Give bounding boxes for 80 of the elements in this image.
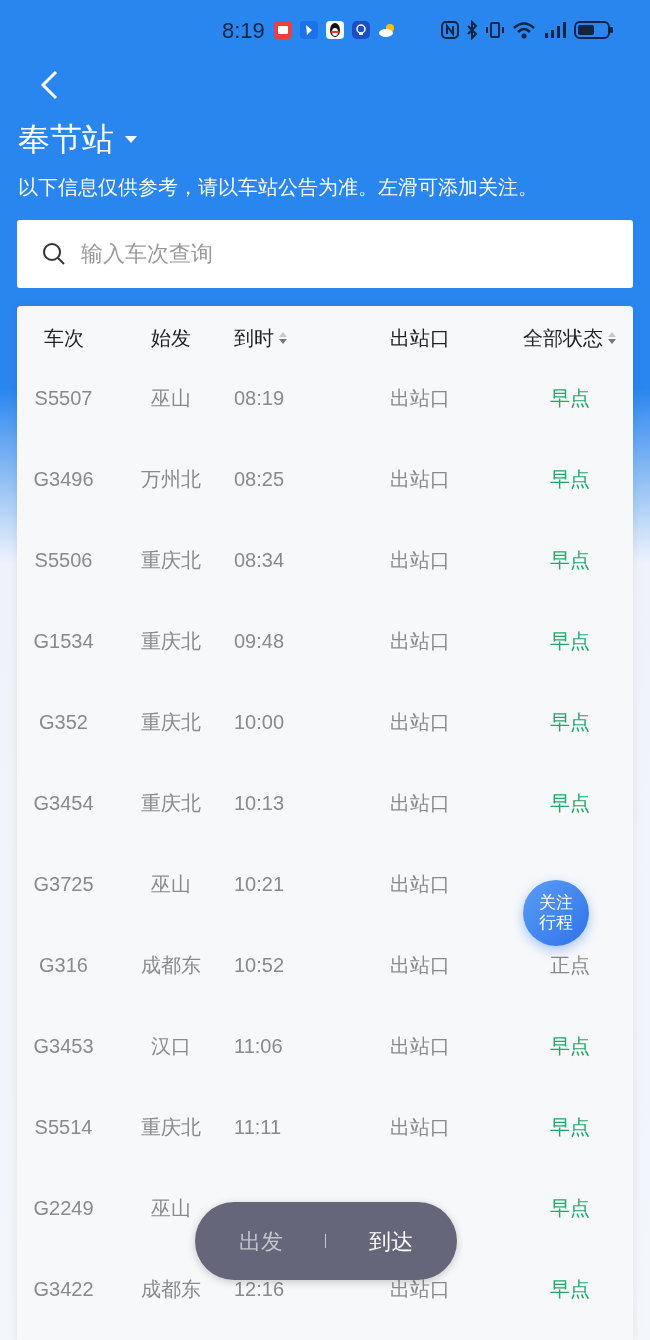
wifi-icon: [512, 20, 536, 40]
exit-gate: 出站口: [389, 1115, 450, 1138]
arrival-time: 08:34: [234, 548, 285, 571]
train-status: 早点: [550, 1196, 590, 1219]
train-status: 早点: [550, 629, 590, 652]
column-header[interactable]: 到时: [234, 322, 288, 353]
mode-tab[interactable]: 出发: [233, 1224, 290, 1258]
exit-gate: 出站口: [389, 548, 450, 571]
lightbulb-icon: [350, 20, 371, 40]
column-header[interactable]: 全部状态: [523, 322, 617, 353]
train-number: G3496: [33, 467, 94, 490]
origin-station: 成都东: [141, 1277, 201, 1300]
notice-text: 以下信息仅供参考，请以车站公告为准。左滑可添加关注。: [17, 175, 539, 200]
column-header: 车次: [43, 325, 84, 351]
exit-gate: 出站口: [389, 710, 450, 733]
train-number: G3725: [33, 872, 94, 895]
origin-station: 重庆北: [141, 548, 201, 571]
origin-station: 重庆北: [141, 710, 201, 733]
train-number: G352: [39, 710, 88, 733]
battery-icon: [574, 20, 614, 40]
origin-station: 成都东: [141, 953, 201, 976]
train-status: 早点: [550, 467, 590, 490]
caret-icon[interactable]: [124, 134, 138, 144]
train-status: 早点: [550, 1115, 590, 1138]
arrival-time: 11:11: [234, 1115, 282, 1138]
exit-gate: 出站口: [389, 791, 450, 814]
bluetooth-icon: [466, 20, 478, 40]
column-header: 始发: [151, 325, 191, 351]
train-number: S5507: [34, 386, 93, 409]
search-icon: [41, 241, 67, 267]
train-status: 早点: [550, 1034, 590, 1057]
app-notification-icon: [272, 20, 293, 40]
origin-station: 重庆北: [141, 629, 201, 652]
exit-gate: 出站口: [389, 629, 450, 652]
origin-station: 巫山: [151, 1196, 191, 1219]
arrival-time: 11:06: [234, 1034, 283, 1057]
arrival-time: 10:13: [234, 791, 285, 814]
origin-station: 巫山: [151, 386, 191, 409]
exit-gate: 出站口: [389, 1034, 450, 1057]
arrival-time: 12:16: [234, 1277, 285, 1300]
search-field[interactable]: 输入车次查询: [17, 220, 633, 288]
train-status: 早点: [550, 1277, 590, 1300]
station-title[interactable]: 奉节站: [18, 115, 114, 163]
origin-station: 万州北: [141, 467, 201, 490]
clock-time: 8:19: [222, 16, 265, 45]
train-number: G3454: [33, 791, 94, 814]
nfc-icon: [441, 20, 459, 40]
arrival-time: 08:19: [234, 386, 285, 409]
exit-gate: 出站口: [389, 872, 450, 895]
train-status: 早点: [550, 791, 590, 814]
app-notification-icon: [298, 20, 319, 40]
train-status: 正点: [550, 953, 590, 976]
exit-gate: 出站口: [389, 1277, 450, 1300]
train-number: G2249: [33, 1196, 94, 1219]
exit-gate: 出站口: [389, 386, 450, 409]
signal-icon: [543, 20, 567, 40]
train-number: S5514: [34, 1115, 93, 1138]
arrival-time: 10:21: [234, 872, 285, 895]
train-number: S5506: [34, 548, 93, 571]
origin-station: 汉口: [151, 1034, 191, 1057]
origin-station: 重庆北: [141, 1115, 201, 1138]
arrival-time: 10:00: [234, 710, 285, 733]
train-status: 早点: [550, 710, 590, 733]
train-number: G1534: [33, 629, 94, 652]
origin-station: 巫山: [151, 872, 191, 895]
train-status: 早点: [550, 386, 590, 409]
train-number: G3422: [33, 1277, 94, 1300]
arrival-time: 10:52: [234, 953, 285, 976]
train-number: G316: [39, 953, 88, 976]
origin-station: 重庆北: [141, 791, 201, 814]
mode-tab[interactable]: 到达: [362, 1224, 419, 1258]
exit-gate: 出站口: [389, 467, 450, 490]
column-header: 出站口: [389, 325, 450, 351]
vibrate-icon: [485, 20, 505, 40]
arrival-time: 09:48: [234, 629, 285, 652]
penguin-icon: [324, 20, 345, 40]
exit-gate: 出站口: [389, 953, 450, 976]
arrival-time: 08:25: [234, 467, 285, 490]
train-status: 早点: [550, 548, 590, 571]
train-number: G3453: [33, 1034, 94, 1057]
